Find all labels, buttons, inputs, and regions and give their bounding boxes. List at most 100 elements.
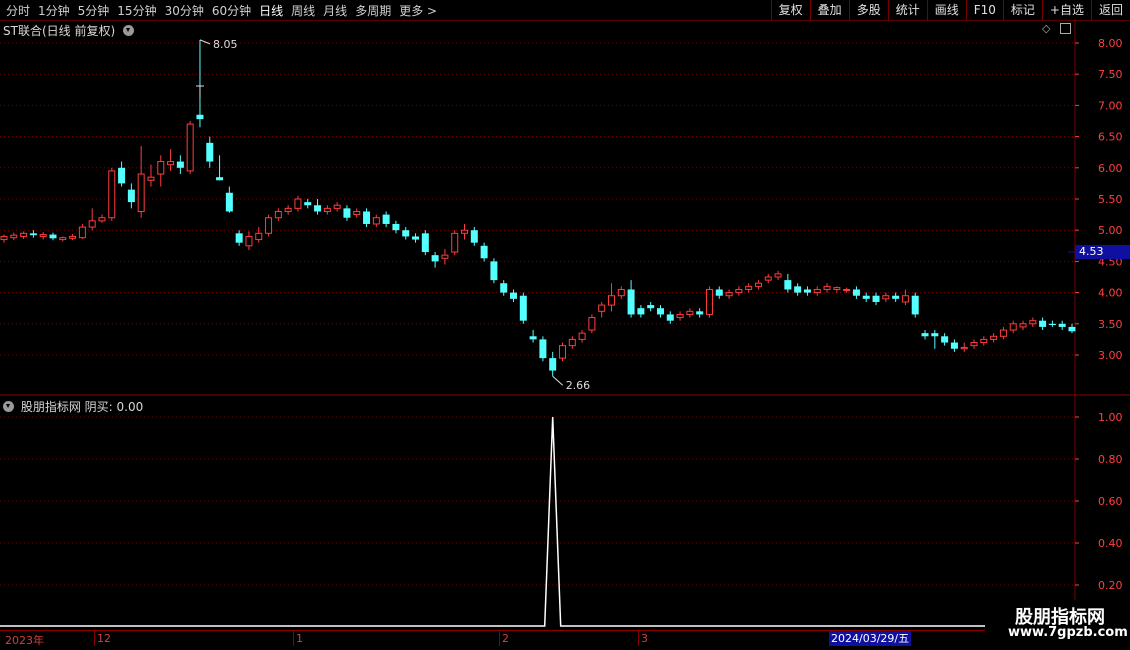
candle-body bbox=[333, 204, 341, 209]
candle-body bbox=[480, 245, 488, 259]
date-label: 12 bbox=[97, 632, 111, 645]
candle-body bbox=[294, 198, 302, 209]
candle-body bbox=[1068, 326, 1076, 332]
candle-body bbox=[578, 332, 586, 340]
candle-body bbox=[255, 232, 263, 241]
y-tick-label: 5.50 bbox=[1098, 193, 1123, 206]
candle-body bbox=[519, 295, 527, 321]
candle-body bbox=[764, 276, 772, 281]
candle-body bbox=[304, 202, 312, 206]
indicator-line bbox=[0, 416, 1075, 627]
y-tick-label: 0.40 bbox=[1098, 537, 1123, 550]
candle-body bbox=[1039, 320, 1047, 327]
candle-body bbox=[892, 295, 900, 299]
candle-body bbox=[137, 173, 145, 212]
candle-body bbox=[676, 313, 684, 319]
dropdown-icon[interactable] bbox=[3, 401, 14, 412]
candle-body bbox=[803, 289, 811, 293]
candle-body bbox=[568, 338, 576, 347]
candle-body bbox=[990, 335, 998, 340]
candle-body bbox=[774, 273, 782, 278]
candle-body bbox=[931, 333, 939, 337]
min-pointer bbox=[552, 375, 564, 386]
y-tick-label: 3.50 bbox=[1098, 318, 1123, 331]
y-tick-label: 5.00 bbox=[1098, 224, 1123, 237]
candle-body bbox=[1009, 323, 1017, 331]
candle-body bbox=[108, 170, 116, 219]
candlestick-chart: 8.007.507.006.506.005.505.004.504.003.50… bbox=[0, 20, 1130, 646]
candle-body bbox=[78, 226, 86, 239]
candle-body bbox=[500, 283, 508, 293]
date-label: 2023年 bbox=[5, 634, 44, 647]
candle-body bbox=[10, 234, 18, 239]
candle-body bbox=[167, 161, 175, 166]
candle-body bbox=[715, 289, 723, 296]
y-tick-label: 8.00 bbox=[1098, 37, 1123, 50]
candle-body bbox=[274, 210, 282, 219]
candle-body bbox=[470, 230, 478, 243]
candle-body bbox=[549, 358, 557, 371]
watermark-url: www.7gpzb.com bbox=[1008, 625, 1128, 640]
candle-body bbox=[941, 336, 949, 343]
indicator-panel-title: 股朋指标网 阴买: 0.00 bbox=[20, 400, 144, 414]
y-tick-label: 0.60 bbox=[1098, 495, 1123, 508]
candle-body bbox=[627, 289, 635, 315]
indicator-panel-title-row: 股朋指标网 阴买: 0.00 bbox=[3, 398, 143, 415]
candle-body bbox=[794, 286, 802, 293]
candle-body bbox=[950, 342, 958, 349]
candle-body bbox=[823, 285, 831, 290]
candle-body bbox=[147, 176, 155, 181]
current-price-tag: 4.53 bbox=[1075, 245, 1130, 259]
candle-body bbox=[441, 254, 449, 259]
candle-body bbox=[412, 236, 420, 240]
candle-body bbox=[284, 207, 292, 212]
candle-body bbox=[1019, 323, 1027, 328]
candle-body bbox=[490, 261, 498, 281]
min-price-label: 2.66 bbox=[566, 379, 591, 392]
candle-body bbox=[852, 289, 860, 296]
candle-body bbox=[225, 192, 233, 212]
candle-body bbox=[323, 207, 331, 212]
candle-body bbox=[637, 308, 645, 315]
y-tick-label: 0.80 bbox=[1098, 453, 1123, 466]
candle-body bbox=[216, 177, 224, 181]
candle-body bbox=[539, 339, 547, 359]
y-tick-label: 4.00 bbox=[1098, 287, 1123, 300]
candle-body bbox=[754, 282, 762, 287]
candle-body bbox=[39, 234, 47, 237]
candle-body bbox=[980, 338, 988, 344]
candle-body bbox=[862, 295, 870, 299]
candle-body bbox=[235, 233, 243, 243]
candle-body bbox=[314, 205, 322, 212]
candle-body bbox=[392, 223, 400, 231]
candle-body bbox=[88, 220, 96, 228]
candle-body bbox=[421, 233, 429, 253]
candle-body bbox=[696, 311, 704, 315]
candle-body bbox=[118, 167, 126, 184]
candle-body bbox=[1029, 320, 1037, 325]
candle-body bbox=[29, 233, 37, 236]
date-label: 1 bbox=[296, 632, 303, 645]
candle-body bbox=[598, 304, 606, 312]
candle-body bbox=[59, 237, 67, 241]
candle-body bbox=[882, 295, 890, 300]
candle-body bbox=[245, 235, 253, 247]
candle-body bbox=[970, 342, 978, 347]
candle-body bbox=[725, 292, 733, 297]
candle-body bbox=[833, 287, 841, 290]
candle-body bbox=[343, 208, 351, 218]
y-tick-label: 7.00 bbox=[1098, 99, 1123, 112]
candle-body bbox=[656, 308, 664, 315]
candle-body bbox=[402, 230, 410, 237]
candle-body bbox=[588, 317, 596, 331]
candle-body bbox=[461, 229, 469, 234]
y-tick-label: 1.00 bbox=[1098, 411, 1123, 424]
candle-body bbox=[686, 310, 694, 315]
candle-body bbox=[69, 235, 77, 239]
candle-body bbox=[921, 333, 929, 337]
y-tick-label: 0.20 bbox=[1098, 579, 1123, 592]
date-axis: 2023年 12 1 2 3 2024/03/29/五 bbox=[0, 630, 1075, 647]
candle-body bbox=[813, 288, 821, 294]
candle-body bbox=[510, 292, 518, 299]
candle-body bbox=[843, 288, 851, 291]
